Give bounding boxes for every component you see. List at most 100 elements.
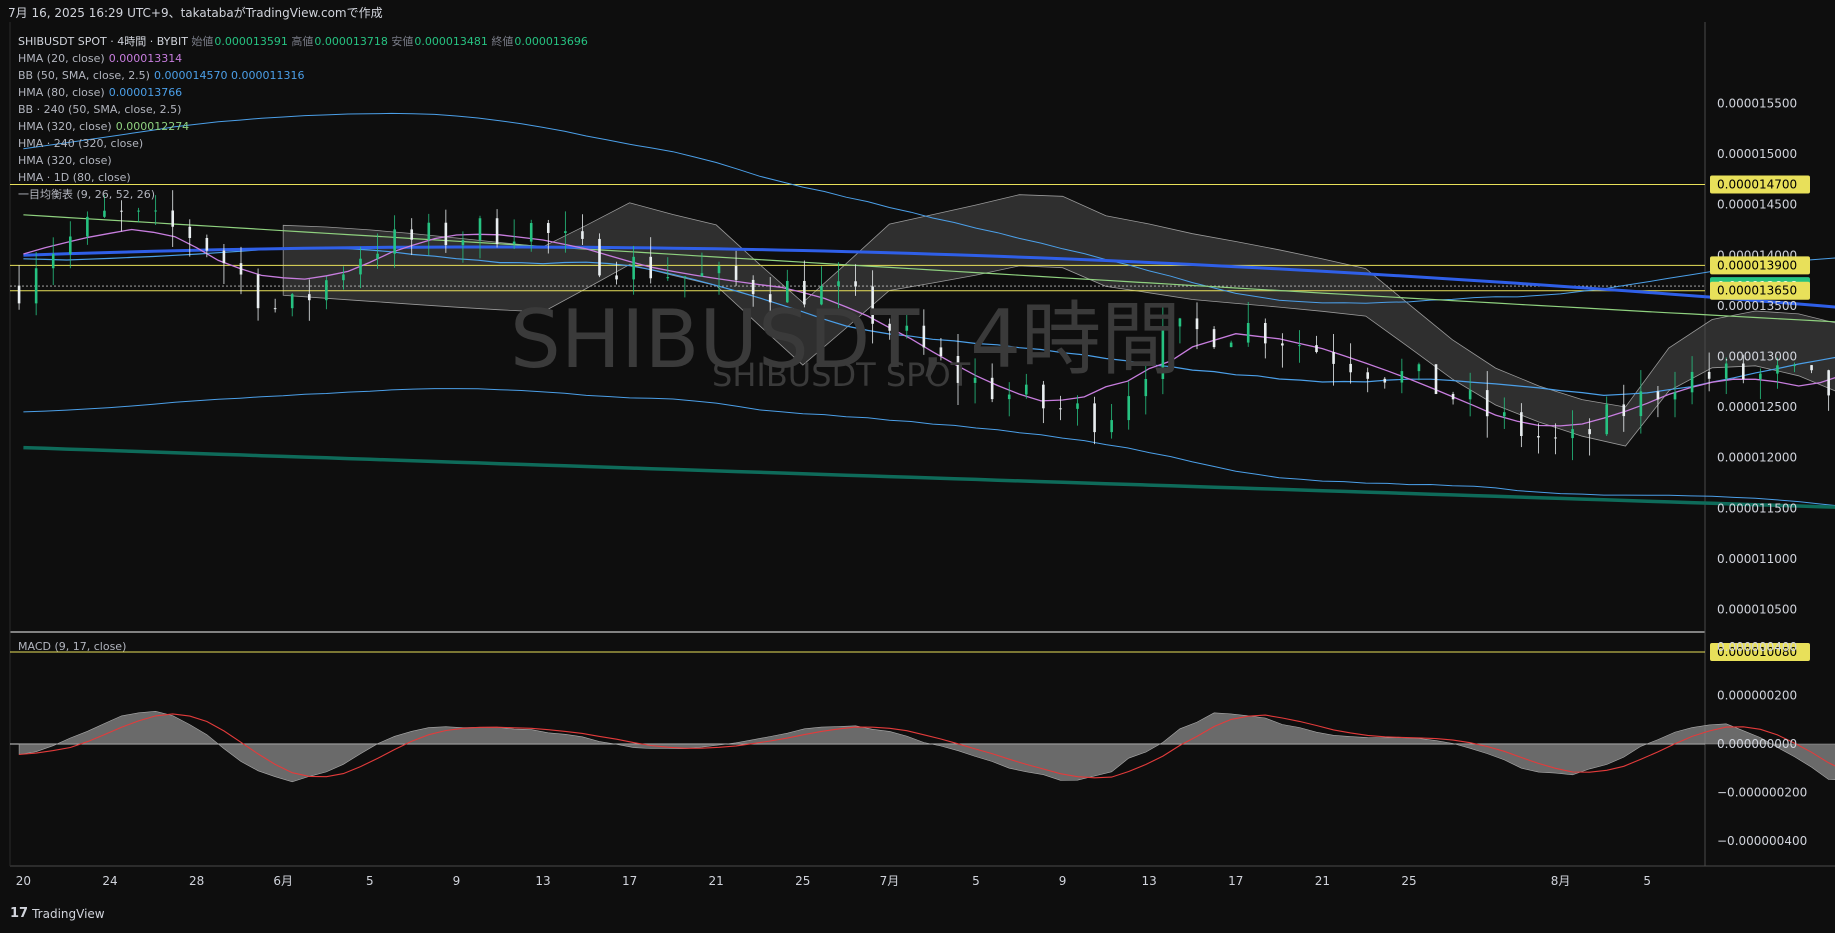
candle-body: [1571, 429, 1574, 439]
time-tick-label: 24: [102, 874, 117, 888]
candle-body: [1485, 390, 1489, 417]
candle-body: [495, 218, 499, 245]
time-tick-label: 28: [189, 874, 204, 888]
indicator-row[interactable]: 一目均衡表 (9, 26, 52, 26): [18, 186, 588, 203]
indicator-name: HMA (20, close): [18, 52, 105, 65]
indicator-name: HMA (320, close): [18, 154, 112, 167]
indicator-row[interactable]: HMA (80, close) 0.000013766: [18, 84, 588, 101]
price-tick-label: 0.000014500: [1717, 198, 1797, 212]
candle-body: [546, 223, 550, 233]
price-label-text: 0.000014700: [1717, 177, 1797, 191]
indicator-value: 0.000013766: [108, 86, 183, 99]
candle-body: [1793, 365, 1796, 367]
candle-body: [171, 210, 175, 227]
candle-body: [222, 250, 226, 264]
candle-body: [17, 285, 21, 304]
time-tick-label: 25: [1401, 874, 1416, 888]
time-tick-label: 17: [1228, 874, 1243, 888]
indicator-row[interactable]: HMA (20, close) 0.000013314: [18, 50, 588, 67]
candle-body: [273, 308, 277, 310]
time-tick-label: 5: [1643, 874, 1651, 888]
candle-body: [1059, 408, 1062, 410]
open-label: 始値: [191, 35, 214, 48]
candle-body: [359, 258, 362, 275]
candle-body: [598, 238, 601, 276]
price-tick-label: 0.000013000: [1717, 350, 1797, 364]
candle-body: [1400, 371, 1404, 383]
indicator-row[interactable]: HMA (320, close): [18, 152, 588, 169]
candle-body: [1212, 329, 1216, 348]
candle-body: [1332, 352, 1335, 364]
price-tick-label: 0.000015000: [1717, 147, 1797, 161]
indicator-row[interactable]: HMA (320, close) 0.000012274: [18, 118, 588, 135]
time-tick-label: 8月: [1551, 874, 1571, 888]
candle-body: [290, 294, 294, 309]
candle-body: [1827, 370, 1830, 396]
close-label: 終値: [491, 35, 514, 48]
indicator-row[interactable]: HMA · 240 (320, close): [18, 135, 588, 152]
chart-caption: 7月 16, 2025 16:29 UTC+9、takatabaがTrading…: [8, 6, 383, 20]
indicator-row[interactable]: BB (50, SMA, close, 2.5) 0.000014570 0.00…: [18, 67, 588, 84]
brand-name: TradingView: [32, 906, 105, 921]
candle-body: [1724, 363, 1728, 379]
candle-body: [529, 223, 533, 242]
price-tick-label: 0.000010500: [1717, 603, 1797, 617]
candle-body: [1093, 403, 1096, 433]
time-tick-label: 21: [1315, 874, 1330, 888]
price-label-text: 0.000013900: [1717, 258, 1797, 272]
footer-brand[interactable]: 17 TradingView: [10, 906, 105, 921]
price-label-text: 0.000013650: [1717, 284, 1797, 298]
candle-body: [1110, 420, 1113, 433]
tradingview-logo-icon: 17: [10, 906, 29, 921]
time-tick-label: 5: [366, 874, 374, 888]
candle-body: [1690, 371, 1694, 393]
candle-body: [1537, 436, 1540, 438]
candle-body: [1263, 322, 1267, 344]
candle-body: [1810, 365, 1813, 371]
macd-legend[interactable]: MACD (9, 17, close): [18, 640, 126, 653]
price-tick-label: 0.000011000: [1717, 552, 1797, 566]
high-label: 高値: [291, 35, 314, 48]
high-value: 0.000013718: [314, 35, 388, 48]
low-label: 安値: [391, 35, 414, 48]
macd-area: [18, 710, 1835, 783]
symbol-watermark-sub: SHIBUSDT SPOT: [712, 356, 971, 394]
candle-body: [103, 210, 106, 217]
candle-body: [1759, 373, 1762, 380]
time-tick-label: 9: [453, 874, 461, 888]
candle-body: [205, 237, 209, 251]
indicator-row[interactable]: HMA · 1D (80, close): [18, 169, 588, 186]
candle-body: [1554, 437, 1557, 439]
indicator-value: 0.000014570 0.000011316: [153, 69, 305, 82]
candle-body: [512, 241, 516, 245]
candle-body: [342, 274, 345, 281]
indicator-name: HMA (80, close): [18, 86, 105, 99]
candle-body: [1315, 345, 1318, 353]
time-tick-label: 6月: [273, 874, 293, 888]
candle-body: [1588, 429, 1591, 435]
close-value: 0.000013696: [514, 35, 588, 48]
candle-body: [1417, 364, 1421, 372]
candle-body: [1229, 342, 1233, 348]
candle-body: [1520, 412, 1523, 437]
candle-body: [1673, 392, 1677, 400]
symbol-ohlc-row[interactable]: SHIBUSDT SPOT · 4時間 · BYBIT 始値0.00001359…: [18, 33, 588, 50]
candle-body: [427, 222, 431, 240]
time-tick-label: 9: [1059, 874, 1067, 888]
macd-tick-label: −0.000000200: [1717, 786, 1807, 800]
indicator-row[interactable]: BB · 240 (50, SMA, close, 2.5): [18, 101, 588, 118]
indicator-name: BB · 240 (50, SMA, close, 2.5): [18, 103, 182, 116]
candle-body: [410, 229, 414, 240]
macd-tick-label: 0.000000400: [1717, 640, 1797, 654]
indicator-name: HMA · 1D (80, close): [18, 171, 131, 184]
macd-tick-label: 0.000000200: [1717, 689, 1797, 703]
candle-body: [376, 253, 379, 259]
price-tick-label: 0.000012000: [1717, 451, 1797, 465]
price-tick-label: 0.000015500: [1717, 97, 1797, 111]
candle-body: [1076, 403, 1079, 409]
candle-body: [1707, 371, 1711, 379]
price-tick-label: 0.000013500: [1717, 299, 1797, 313]
symbol-name: SHIBUSDT SPOT · 4時間 · BYBIT: [18, 35, 188, 48]
candle-body: [120, 210, 123, 212]
candle-body: [239, 263, 243, 275]
